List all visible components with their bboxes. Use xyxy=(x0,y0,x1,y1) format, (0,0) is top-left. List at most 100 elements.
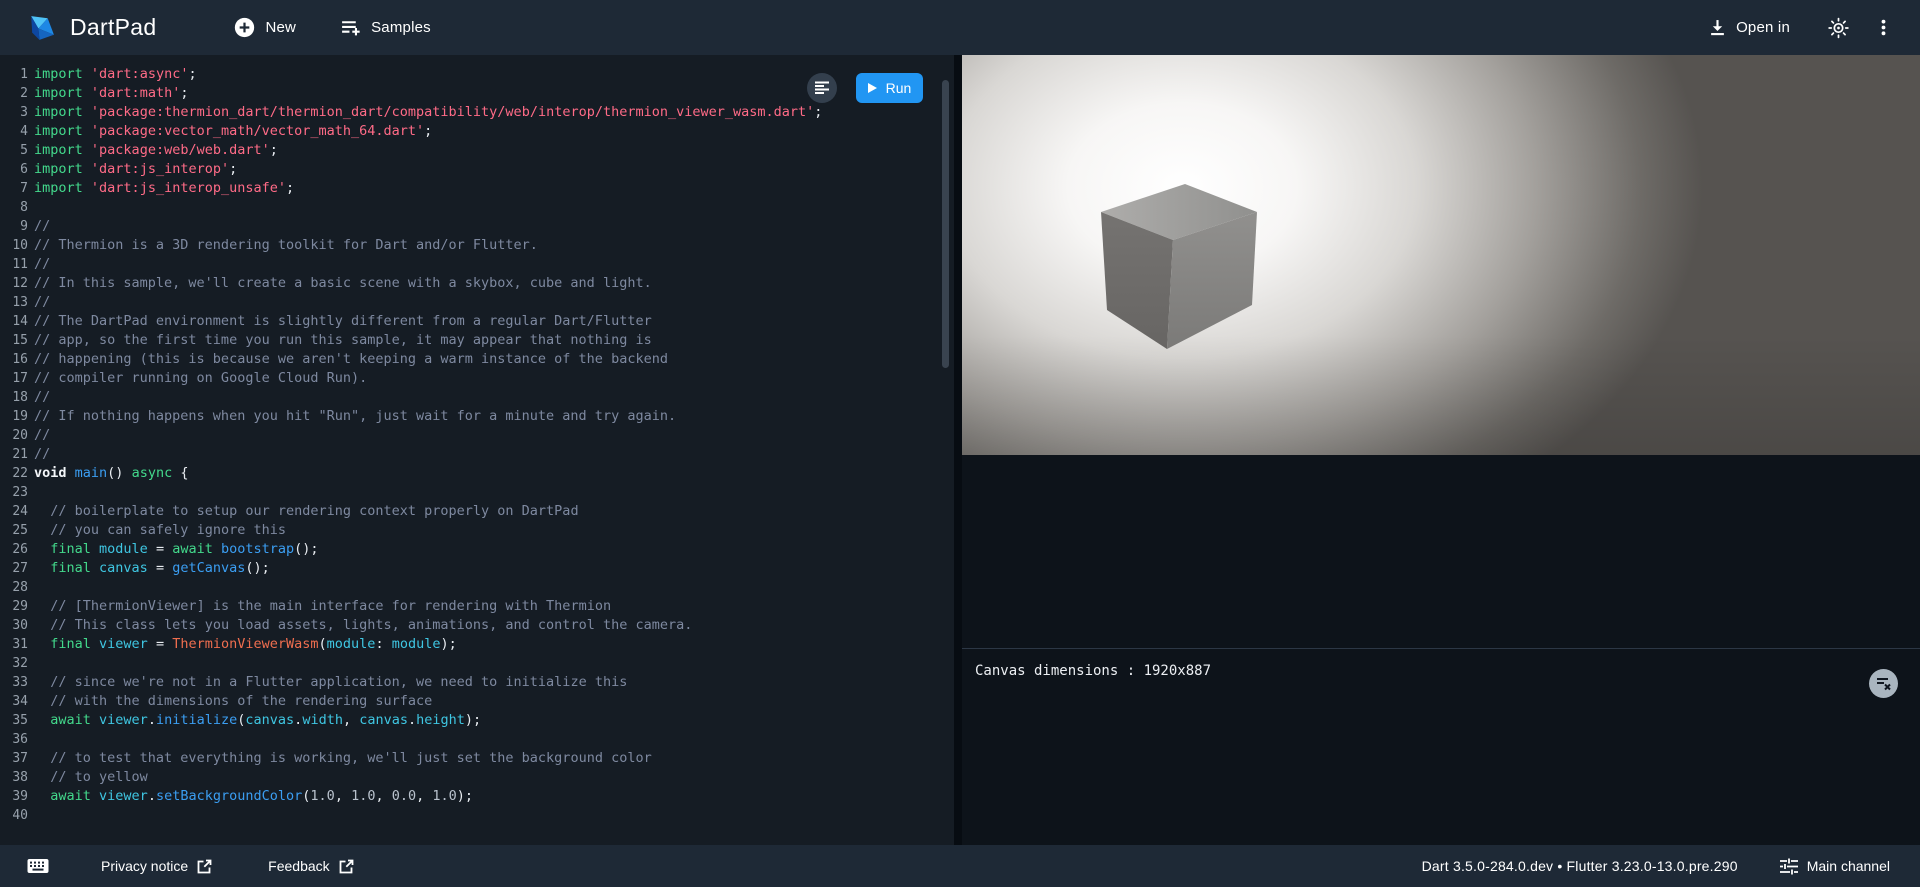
open-in-button[interactable]: Open in xyxy=(1709,19,1790,36)
code-line: 7import 'dart:js_interop_unsafe'; xyxy=(0,179,954,198)
dart-logo-icon xyxy=(26,12,57,43)
line-number: 19 xyxy=(0,407,28,426)
code-line: 4import 'package:vector_math/vector_math… xyxy=(0,122,954,141)
line-number: 33 xyxy=(0,673,28,692)
line-number: 5 xyxy=(0,141,28,160)
line-number: 23 xyxy=(0,483,28,502)
privacy-notice-link[interactable]: Privacy notice xyxy=(101,858,212,874)
code-line: 27 final canvas = getCanvas(); xyxy=(0,559,954,578)
line-number: 12 xyxy=(0,274,28,293)
line-number: 9 xyxy=(0,217,28,236)
app-title: DartPad xyxy=(70,14,156,41)
samples-button[interactable]: Samples xyxy=(340,17,431,38)
line-number: 27 xyxy=(0,559,28,578)
run-button-label: Run xyxy=(886,80,912,96)
code-line: 5import 'package:web/web.dart'; xyxy=(0,141,954,160)
format-code-button[interactable] xyxy=(807,73,837,103)
keyboard-shortcuts-button[interactable] xyxy=(27,858,49,874)
code-line: 21// xyxy=(0,445,954,464)
theme-toggle-button[interactable] xyxy=(1828,17,1849,38)
privacy-notice-label: Privacy notice xyxy=(101,858,188,874)
code-line: 35 await viewer.initialize(canvas.width,… xyxy=(0,711,954,730)
channel-label: Main channel xyxy=(1807,858,1890,874)
top-bar: DartPad New Samples xyxy=(0,0,1920,55)
code-line: 30 // This class lets you load assets, l… xyxy=(0,616,954,635)
status-bar: Privacy notice Feedback Dart 3.5.0-284.0… xyxy=(0,845,1920,887)
code-lines: 1import 'dart:async';2import 'dart:math'… xyxy=(0,55,954,825)
line-number: 25 xyxy=(0,521,28,540)
overflow-menu-button[interactable] xyxy=(1875,19,1892,36)
version-info: Dart 3.5.0-284.0.dev • Flutter 3.23.0-13… xyxy=(1422,858,1738,874)
code-line: 23 xyxy=(0,483,954,502)
run-button[interactable]: Run xyxy=(856,73,923,103)
code-line: 12// In this sample, we'll create a basi… xyxy=(0,274,954,293)
code-editor[interactable]: 1import 'dart:async';2import 'dart:math'… xyxy=(0,55,954,845)
line-number: 34 xyxy=(0,692,28,711)
code-line: 38 // to yellow xyxy=(0,768,954,787)
format-align-icon xyxy=(815,81,829,95)
code-line: 28 xyxy=(0,578,954,597)
code-line: 29 // [ThermionViewer] is the main inter… xyxy=(0,597,954,616)
code-line: 39 await viewer.setBackgroundColor(1.0, … xyxy=(0,787,954,806)
feedback-link[interactable]: Feedback xyxy=(268,858,353,874)
line-number: 26 xyxy=(0,540,28,559)
play-icon xyxy=(868,83,877,93)
new-button[interactable]: New xyxy=(234,17,296,38)
line-number: 30 xyxy=(0,616,28,635)
line-number: 6 xyxy=(0,160,28,179)
keyboard-icon xyxy=(27,858,49,874)
add-circle-icon xyxy=(234,17,255,38)
code-line: 13// xyxy=(0,293,954,312)
code-line: 34 // with the dimensions of the renderi… xyxy=(0,692,954,711)
line-number: 28 xyxy=(0,578,28,597)
open-in-new-icon xyxy=(197,859,212,874)
line-number: 1 xyxy=(0,65,28,84)
line-number: 14 xyxy=(0,312,28,331)
render-canvas-3d[interactable] xyxy=(962,55,1920,455)
line-number: 4 xyxy=(0,122,28,141)
line-number: 36 xyxy=(0,730,28,749)
code-line: 25 // you can safely ignore this xyxy=(0,521,954,540)
clear-console-button[interactable] xyxy=(1869,669,1898,698)
tune-icon xyxy=(1780,857,1798,875)
line-number: 10 xyxy=(0,236,28,255)
code-line: 33 // since we're not in a Flutter appli… xyxy=(0,673,954,692)
samples-button-label: Samples xyxy=(371,19,431,36)
brightness-icon xyxy=(1828,17,1849,38)
code-line: 10// Thermion is a 3D rendering toolkit … xyxy=(0,236,954,255)
channel-selector-button[interactable]: Main channel xyxy=(1780,857,1890,875)
code-line: 15// app, so the first time you run this… xyxy=(0,331,954,350)
line-number: 8 xyxy=(0,198,28,217)
line-number: 13 xyxy=(0,293,28,312)
line-number: 3 xyxy=(0,103,28,122)
top-bar-actions: Open in xyxy=(1709,17,1892,38)
line-number: 22 xyxy=(0,464,28,483)
code-line: 6import 'dart:js_interop'; xyxy=(0,160,954,179)
code-line: 16// happening (this is because we aren'… xyxy=(0,350,954,369)
line-number: 29 xyxy=(0,597,28,616)
feedback-label: Feedback xyxy=(268,858,329,874)
code-line: 9// xyxy=(0,217,954,236)
clear-console-icon xyxy=(1876,676,1891,691)
line-number: 21 xyxy=(0,445,28,464)
line-number: 11 xyxy=(0,255,28,274)
line-number: 2 xyxy=(0,84,28,103)
line-number: 37 xyxy=(0,749,28,768)
console-panel: Canvas dimensions : 1920x887 xyxy=(962,648,1920,845)
code-line: 31 final viewer = ThermionViewerWasm(mod… xyxy=(0,635,954,654)
line-number: 15 xyxy=(0,331,28,350)
code-line: 11// xyxy=(0,255,954,274)
download-icon xyxy=(1709,19,1726,36)
code-line: 8 xyxy=(0,198,954,217)
editor-scrollbar[interactable] xyxy=(942,80,949,368)
more-vert-icon xyxy=(1875,19,1892,36)
line-number: 38 xyxy=(0,768,28,787)
code-line: 20// xyxy=(0,426,954,445)
open-in-label: Open in xyxy=(1736,19,1790,36)
code-line: 18// xyxy=(0,388,954,407)
line-number: 40 xyxy=(0,806,28,825)
line-number: 39 xyxy=(0,787,28,806)
code-line: 26 final module = await bootstrap(); xyxy=(0,540,954,559)
code-line: 22void main() async { xyxy=(0,464,954,483)
console-output: Canvas dimensions : 1920x887 xyxy=(962,649,1920,679)
